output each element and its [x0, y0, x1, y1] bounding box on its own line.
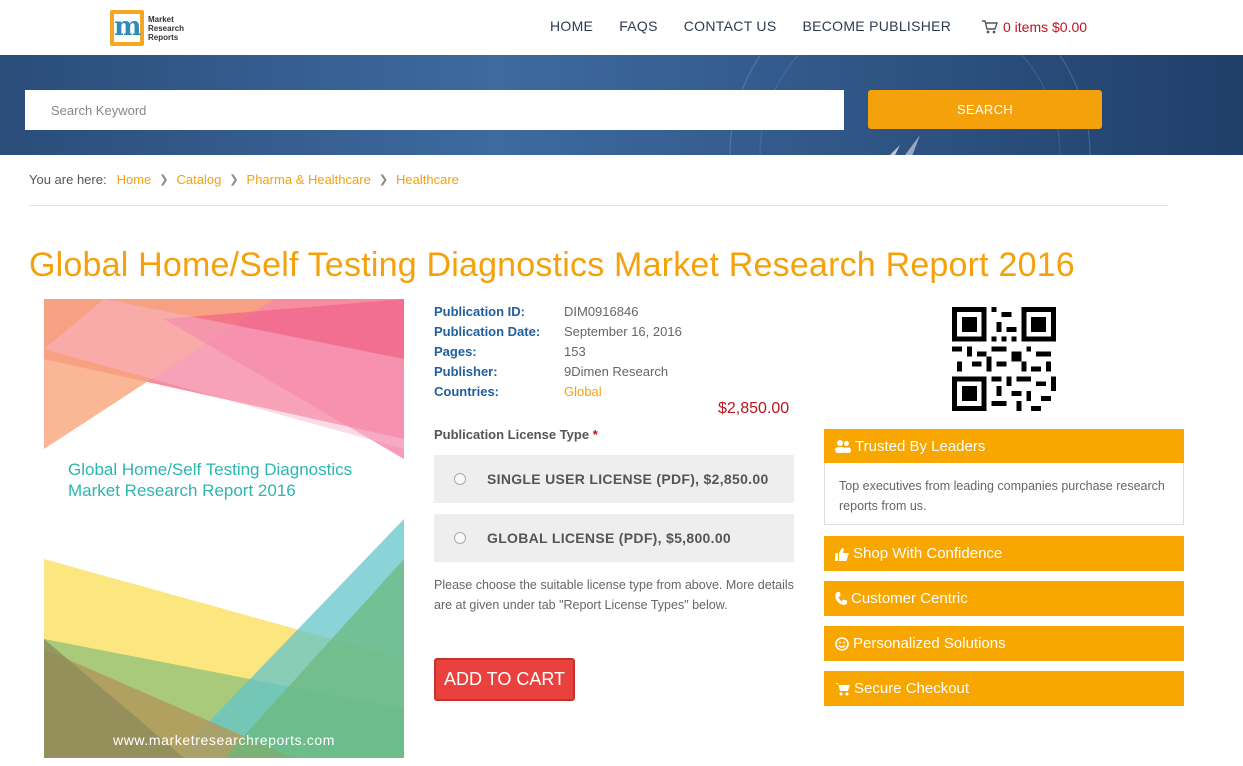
- nav-home[interactable]: HOME: [550, 18, 593, 34]
- chevron-right-icon: ❯: [378, 174, 389, 186]
- smile-icon: [835, 636, 849, 651]
- logo-text: Market Research Reports: [148, 14, 185, 42]
- required-mark: *: [592, 427, 598, 442]
- customer-centric-panel[interactable]: Customer Centric: [824, 581, 1184, 616]
- nav-faqs[interactable]: FAQS: [619, 18, 658, 34]
- cover-url: www.marketresearchreports.com: [112, 732, 335, 748]
- detail-value: September 16, 2016: [564, 323, 682, 339]
- detail-label: Pages:: [434, 343, 477, 359]
- detail-value: 153: [564, 343, 586, 359]
- thumbs-up-icon: [835, 547, 849, 561]
- page-title: Global Home/Self Testing Diagnostics Mar…: [29, 246, 1075, 284]
- detail-label: Countries:: [434, 383, 499, 399]
- top-header: m Market Research Reports HOME FAQS CONT…: [0, 0, 1243, 55]
- license-option-label: SINGLE USER LICENSE (PDF), $2,850.00: [487, 471, 769, 487]
- panel-title: Secure Checkout: [854, 680, 970, 697]
- shop-with-confidence-panel[interactable]: Shop With Confidence: [824, 536, 1184, 571]
- search-input[interactable]: [25, 90, 844, 130]
- panel-title: Shop With Confidence: [853, 545, 1003, 562]
- nav-become-publisher[interactable]: BECOME PUBLISHER: [802, 18, 951, 34]
- cover-title: Global Home/Self Testing Diagnostics Mar…: [68, 460, 353, 500]
- detail-value: DIM0916846: [564, 303, 639, 319]
- cart-summary: 0 items $0.00: [1003, 19, 1088, 35]
- breadcrumb-lead: You are here:: [29, 172, 107, 187]
- license-option-global[interactable]: GLOBAL LICENSE (PDF), $5,800.00: [434, 514, 794, 562]
- publication-details: Publication ID: DIM0916846 Publication D…: [434, 301, 682, 401]
- qr-code-image: [952, 307, 1056, 411]
- detail-label: Publisher:: [434, 363, 498, 379]
- detail-label: Publication ID:: [434, 303, 525, 319]
- license-option-label: GLOBAL LICENSE (PDF), $5,800.00: [487, 530, 731, 546]
- detail-label: Publication Date:: [434, 323, 541, 339]
- report-price: $2,850.00: [718, 400, 790, 417]
- personalized-solutions-panel[interactable]: Personalized Solutions: [824, 626, 1184, 661]
- country-link[interactable]: Global: [564, 384, 602, 399]
- breadcrumb: You are here: Home ❯ Catalog ❯ Pharma & …: [29, 172, 459, 187]
- shopping-cart-icon: [982, 20, 998, 34]
- detail-row: Pages: 153: [434, 341, 682, 361]
- main-nav: HOME FAQS CONTACT US BECOME PUBLISHER: [550, 18, 977, 34]
- breadcrumb-catalog[interactable]: Catalog: [177, 172, 222, 187]
- cart-link[interactable]: 0 items $0.00: [982, 19, 1087, 35]
- license-type-heading: Publication License Type *: [434, 427, 598, 442]
- detail-row: Countries: Global: [434, 381, 682, 401]
- breadcrumb-pharma-healthcare[interactable]: Pharma & Healthcare: [247, 172, 371, 187]
- license-option-single-user[interactable]: SINGLE USER LICENSE (PDF), $2,850.00: [434, 455, 794, 503]
- nav-contact-us[interactable]: CONTACT US: [684, 18, 777, 34]
- breadcrumb-home[interactable]: Home: [117, 172, 152, 187]
- logo-mark: m: [110, 10, 144, 46]
- phone-icon: [835, 591, 847, 605]
- chevron-right-icon: ❯: [229, 174, 239, 186]
- trusted-by-leaders-panel: Trusted By Leaders: [824, 429, 1184, 463]
- trusted-by-leaders-body: Top executives from leading companies pu…: [824, 463, 1184, 525]
- panel-title: Trusted By Leaders: [855, 437, 986, 455]
- breadcrumb-healthcare[interactable]: Healthcare: [396, 172, 459, 187]
- panel-title: Personalized Solutions: [853, 635, 1006, 652]
- site-logo[interactable]: m Market Research Reports: [110, 9, 192, 47]
- radio-button[interactable]: [454, 473, 466, 485]
- detail-row: Publisher: 9Dimen Research: [434, 361, 682, 381]
- detail-row: Publication ID: DIM0916846: [434, 301, 682, 321]
- chevron-right-icon: ❯: [159, 174, 169, 186]
- detail-row: Publication Date: September 16, 2016: [434, 321, 682, 341]
- search-banner: N V SEARCH: [0, 55, 1243, 155]
- shopping-cart-icon: [835, 682, 850, 695]
- radio-button[interactable]: [454, 532, 466, 544]
- report-cover-image: Global Home/Self Testing Diagnostics Mar…: [44, 299, 404, 758]
- detail-value: 9Dimen Research: [564, 363, 669, 379]
- panel-title: Customer Centric: [851, 590, 968, 607]
- secure-checkout-panel[interactable]: Secure Checkout: [824, 671, 1184, 706]
- add-to-cart-button[interactable]: ADD TO CART: [434, 658, 575, 701]
- users-icon: [835, 440, 851, 453]
- divider: [29, 205, 1168, 206]
- search-button[interactable]: SEARCH: [868, 90, 1102, 129]
- license-note: Please choose the suitable license type …: [434, 578, 794, 612]
